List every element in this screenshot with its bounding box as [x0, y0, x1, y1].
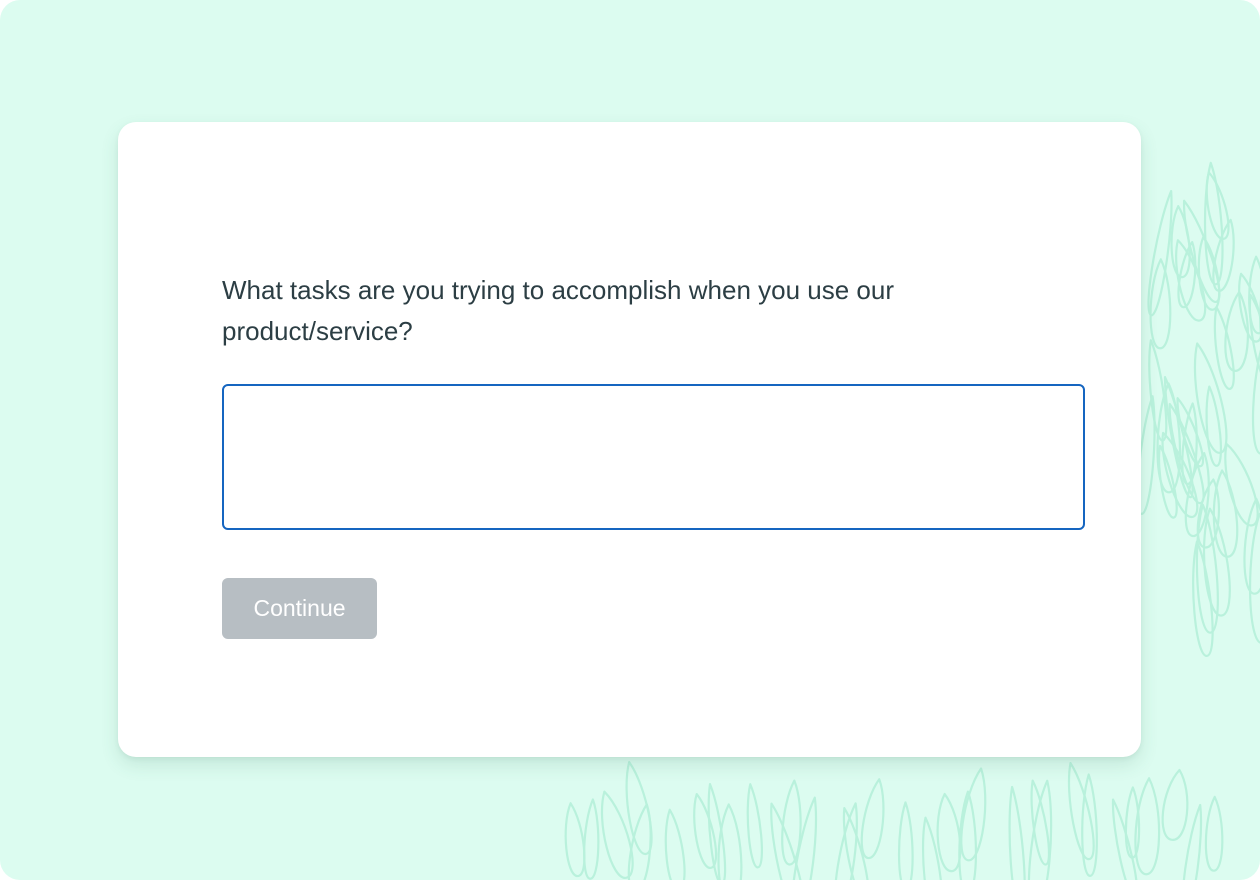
pattern-loop	[1212, 469, 1239, 558]
pattern-loop	[1147, 189, 1173, 317]
pattern-loop	[1027, 779, 1053, 880]
pattern-loop	[1170, 205, 1191, 279]
pattern-loop	[1168, 402, 1205, 505]
pattern-loop	[746, 783, 763, 869]
pattern-loop	[1204, 795, 1224, 872]
pattern-loop	[1195, 503, 1219, 634]
pattern-loop	[1182, 803, 1203, 880]
pattern-loop	[1202, 507, 1231, 617]
pattern-loop	[860, 778, 885, 860]
pattern-loop	[1196, 478, 1220, 549]
pattern-loop	[842, 807, 869, 880]
survey-card: What tasks are you trying to accomplish …	[118, 122, 1141, 757]
pattern-loop	[1030, 779, 1051, 866]
pattern-loop	[1184, 452, 1210, 538]
pattern-loop	[958, 790, 978, 880]
pattern-loop	[600, 790, 634, 879]
pattern-loop	[897, 801, 914, 880]
pattern-loop	[1205, 385, 1222, 467]
pattern-loop	[1111, 798, 1138, 880]
pattern-loop	[1203, 161, 1224, 286]
pattern-loop	[1192, 540, 1214, 658]
pattern-loop	[1224, 442, 1259, 527]
pattern-loop	[1175, 239, 1207, 322]
pattern-loop	[1213, 306, 1235, 390]
pattern-loop	[1177, 241, 1197, 309]
pattern-loop	[960, 767, 987, 862]
pattern-loop	[770, 802, 802, 880]
pattern-loop	[834, 802, 858, 880]
pattern-loop	[1067, 762, 1095, 861]
pattern-loop	[1081, 773, 1098, 877]
pattern-loop	[1181, 402, 1198, 486]
pattern-loop	[921, 816, 942, 880]
pattern-loop	[564, 802, 586, 878]
pattern-loop	[627, 803, 652, 880]
pattern-loop	[1238, 272, 1260, 343]
pattern-loop	[1161, 431, 1199, 518]
pattern-loop	[693, 793, 718, 869]
pattern-loop	[664, 808, 686, 880]
pattern-loop	[1008, 785, 1026, 880]
pattern-loop	[1134, 777, 1161, 876]
question-text: What tasks are you trying to accomplish …	[222, 275, 894, 346]
pattern-loop	[1156, 382, 1182, 494]
pattern-loop	[1161, 768, 1189, 841]
pattern-loop	[1212, 218, 1235, 292]
pattern-loop	[583, 798, 600, 880]
pattern-loop	[1251, 349, 1260, 455]
continue-button[interactable]: Continue	[222, 578, 377, 639]
pattern-loop	[781, 779, 802, 866]
pattern-loop	[1176, 397, 1205, 468]
pattern-loop	[707, 783, 727, 880]
pattern-loop	[1149, 258, 1172, 350]
pattern-loop	[1248, 255, 1260, 335]
pattern-loop	[936, 792, 962, 873]
pattern-loop	[1224, 290, 1249, 372]
pattern-loop	[792, 796, 818, 880]
pattern-loop	[1197, 235, 1221, 311]
pattern-loop	[1205, 171, 1230, 240]
pattern-loop	[1243, 497, 1260, 595]
pattern-loop	[1124, 786, 1141, 859]
pattern-loop	[1157, 444, 1178, 519]
pattern-loop	[1193, 342, 1228, 454]
pattern-loop	[625, 761, 653, 856]
pattern-loop	[1163, 376, 1194, 499]
pattern-loop	[1148, 339, 1168, 442]
pattern-loop	[1248, 293, 1260, 373]
pattern-loop	[1248, 512, 1260, 644]
answer-textarea[interactable]	[222, 384, 1085, 530]
pattern-loop	[1183, 199, 1221, 303]
survey-page: What tasks are you trying to accomplish …	[0, 0, 1260, 880]
pattern-loop	[717, 803, 743, 880]
